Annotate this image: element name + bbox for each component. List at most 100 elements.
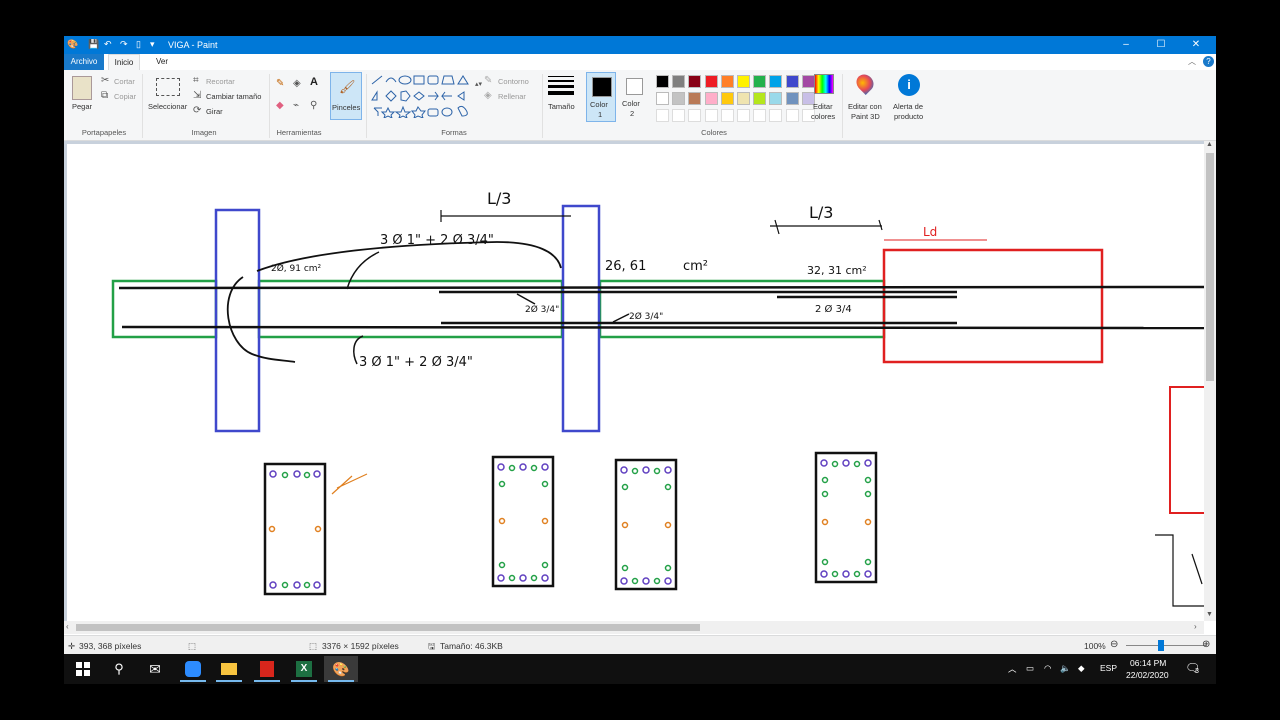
zoom-slider-thumb[interactable] — [1158, 640, 1164, 651]
close-button[interactable]: ✕ — [1186, 39, 1206, 50]
rotate-button[interactable]: Girar — [206, 107, 223, 116]
edit-paint3d-label-1[interactable]: Editar con — [848, 102, 882, 111]
tab-home[interactable]: Inicio — [108, 54, 140, 70]
palette-swatch[interactable] — [737, 92, 750, 105]
palette-swatch[interactable] — [656, 92, 669, 105]
select-button[interactable]: Seleccionar — [148, 102, 187, 111]
undo-icon[interactable]: ↶ — [104, 39, 112, 50]
palette-swatch[interactable] — [688, 75, 702, 88]
resize-button[interactable]: Cambiar tamaño — [206, 92, 261, 101]
palette-swatch[interactable] — [769, 75, 783, 88]
custom-color-slot[interactable] — [737, 109, 750, 122]
paint-app[interactable]: 🎨 — [324, 656, 358, 682]
minimize-button[interactable]: – — [1116, 39, 1136, 50]
shapes-scroll-icon[interactable]: ▴▾ — [475, 80, 482, 88]
product-alert-label-1[interactable]: Alerta de — [893, 102, 923, 111]
paint-app-icon[interactable]: 🎨 — [67, 39, 78, 50]
collapse-ribbon-icon[interactable]: ︿ — [1188, 56, 1196, 67]
palette-swatch[interactable] — [704, 92, 718, 105]
scroll-down-icon[interactable]: ▼ — [1206, 611, 1213, 618]
battery-icon[interactable]: ▭ — [1026, 663, 1034, 674]
edit-colors-label-1[interactable]: Editar — [813, 102, 833, 111]
horizontal-scroll-thumb[interactable] — [76, 624, 700, 631]
drawing-canvas[interactable]: L/3 L/3 Ld 3 Ø 1" + 2 Ø 3/4" 3 Ø 1" + 2 … — [67, 144, 1204, 624]
scroll-up-icon[interactable]: ▲ — [1206, 141, 1213, 148]
start-button[interactable] — [66, 656, 100, 682]
vertical-scroll-thumb[interactable] — [1206, 153, 1214, 381]
palette-swatch[interactable] — [672, 92, 686, 105]
edit-colors-label-2[interactable]: colores — [811, 112, 835, 121]
size-icon[interactable] — [548, 76, 574, 95]
zoom-in-icon[interactable]: ⊕ — [1202, 639, 1210, 650]
paste-button[interactable]: Pegar — [72, 102, 92, 111]
custom-color-slot[interactable] — [704, 109, 718, 122]
crop-button[interactable]: Recortar — [206, 77, 235, 86]
shapes-gallery[interactable] — [370, 74, 480, 118]
clock-date[interactable]: 22/02/2020 — [1126, 670, 1169, 680]
fill-dropdown[interactable]: Rellenar — [498, 92, 526, 101]
custom-color-slot[interactable] — [672, 109, 686, 122]
color2-button[interactable]: Color 2 — [620, 72, 650, 122]
excel-app[interactable]: X — [287, 656, 321, 682]
edit-paint3d-label-2[interactable]: Paint 3D — [851, 112, 880, 121]
palette-swatch[interactable] — [753, 92, 767, 105]
customize-toolbar-icon[interactable]: ▾ — [150, 39, 155, 50]
palette-swatch[interactable] — [656, 75, 669, 88]
tab-view[interactable]: Ver — [156, 57, 168, 66]
palette-swatch[interactable] — [801, 75, 815, 88]
palette-swatch[interactable] — [737, 75, 750, 88]
palette-swatch[interactable] — [785, 75, 799, 88]
new-file-icon[interactable]: ▯ — [136, 39, 141, 50]
color-picker-icon[interactable]: ⌁ — [293, 100, 299, 111]
custom-color-slot[interactable] — [656, 109, 669, 122]
pencil-icon[interactable]: ✎ — [276, 78, 284, 89]
product-alert-label-2[interactable]: producto — [894, 112, 923, 121]
zoom-app[interactable] — [176, 656, 210, 682]
maximize-button[interactable]: ☐ — [1151, 39, 1171, 50]
brushes-button[interactable]: 🖌 Pinceles — [330, 72, 362, 120]
edit-colors-icon[interactable] — [814, 74, 834, 94]
show-hidden-icons[interactable]: ︿ — [1008, 663, 1017, 675]
palette-swatch[interactable] — [753, 75, 767, 88]
size-button[interactable]: Tamaño — [548, 102, 575, 111]
custom-color-slot[interactable] — [688, 109, 702, 122]
scroll-left-icon[interactable]: ‹ — [66, 622, 69, 631]
save-icon[interactable]: 💾 — [88, 39, 99, 50]
palette-swatch[interactable] — [720, 92, 734, 105]
magnifier-icon[interactable]: ⚲ — [310, 100, 317, 111]
color1-button[interactable]: Color 1 — [586, 72, 616, 122]
vertical-scrollbar[interactable]: ▲ ▼ — [1204, 141, 1216, 621]
file-explorer-app[interactable] — [212, 656, 246, 682]
select-icon[interactable] — [156, 78, 180, 96]
volume-icon[interactable]: 🔈 — [1060, 663, 1071, 674]
text-tool-icon[interactable]: A — [310, 76, 318, 88]
info-icon[interactable]: i — [898, 74, 920, 96]
wifi-icon[interactable]: ◠ — [1044, 663, 1051, 674]
acrobat-app[interactable] — [250, 656, 284, 682]
custom-color-slot[interactable] — [769, 109, 783, 122]
palette-swatch[interactable] — [785, 92, 799, 105]
help-icon[interactable]: ? — [1203, 56, 1214, 67]
language-indicator[interactable]: ESP — [1100, 663, 1117, 673]
mail-app[interactable]: ✉ — [138, 656, 172, 682]
tab-file[interactable]: Archivo — [64, 54, 104, 70]
custom-color-slot[interactable] — [785, 109, 799, 122]
cut-button[interactable]: Cortar — [114, 77, 135, 86]
dropbox-icon[interactable]: ◆ — [1078, 663, 1085, 674]
eraser-icon[interactable]: ◆ — [276, 100, 284, 111]
paste-icon[interactable] — [72, 76, 92, 100]
palette-swatch[interactable] — [672, 75, 686, 88]
clock-time[interactable]: 06:14 PM — [1130, 658, 1166, 668]
custom-color-slot[interactable] — [753, 109, 767, 122]
redo-icon[interactable]: ↷ — [120, 39, 128, 50]
search-button[interactable]: ⚲ — [102, 656, 136, 682]
zoom-out-icon[interactable]: ⊖ — [1110, 639, 1118, 650]
palette-swatch[interactable] — [720, 75, 734, 88]
outline-dropdown[interactable]: Contorno — [498, 77, 529, 86]
custom-color-slot[interactable] — [720, 109, 734, 122]
fill-icon[interactable]: ◈ — [293, 78, 301, 89]
palette-swatch[interactable] — [688, 92, 702, 105]
palette-swatch[interactable] — [704, 75, 718, 88]
copy-button[interactable]: Copiar — [114, 92, 136, 101]
paint3d-icon[interactable] — [852, 70, 878, 96]
